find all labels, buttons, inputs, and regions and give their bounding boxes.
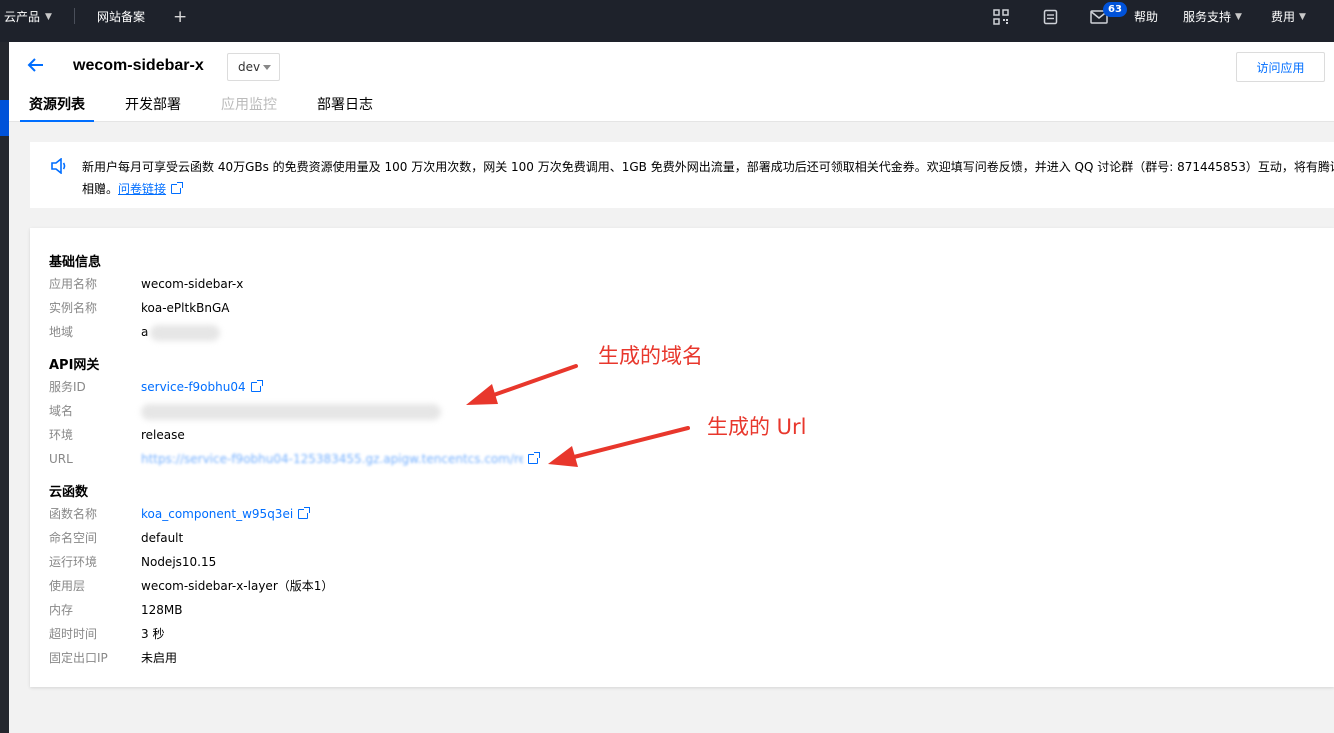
arrow-to-domain — [466, 364, 578, 405]
annotation-url: 生成的 Url — [707, 415, 807, 439]
annotation-domain: 生成的域名 — [598, 344, 703, 368]
arrow-to-url — [548, 426, 690, 467]
